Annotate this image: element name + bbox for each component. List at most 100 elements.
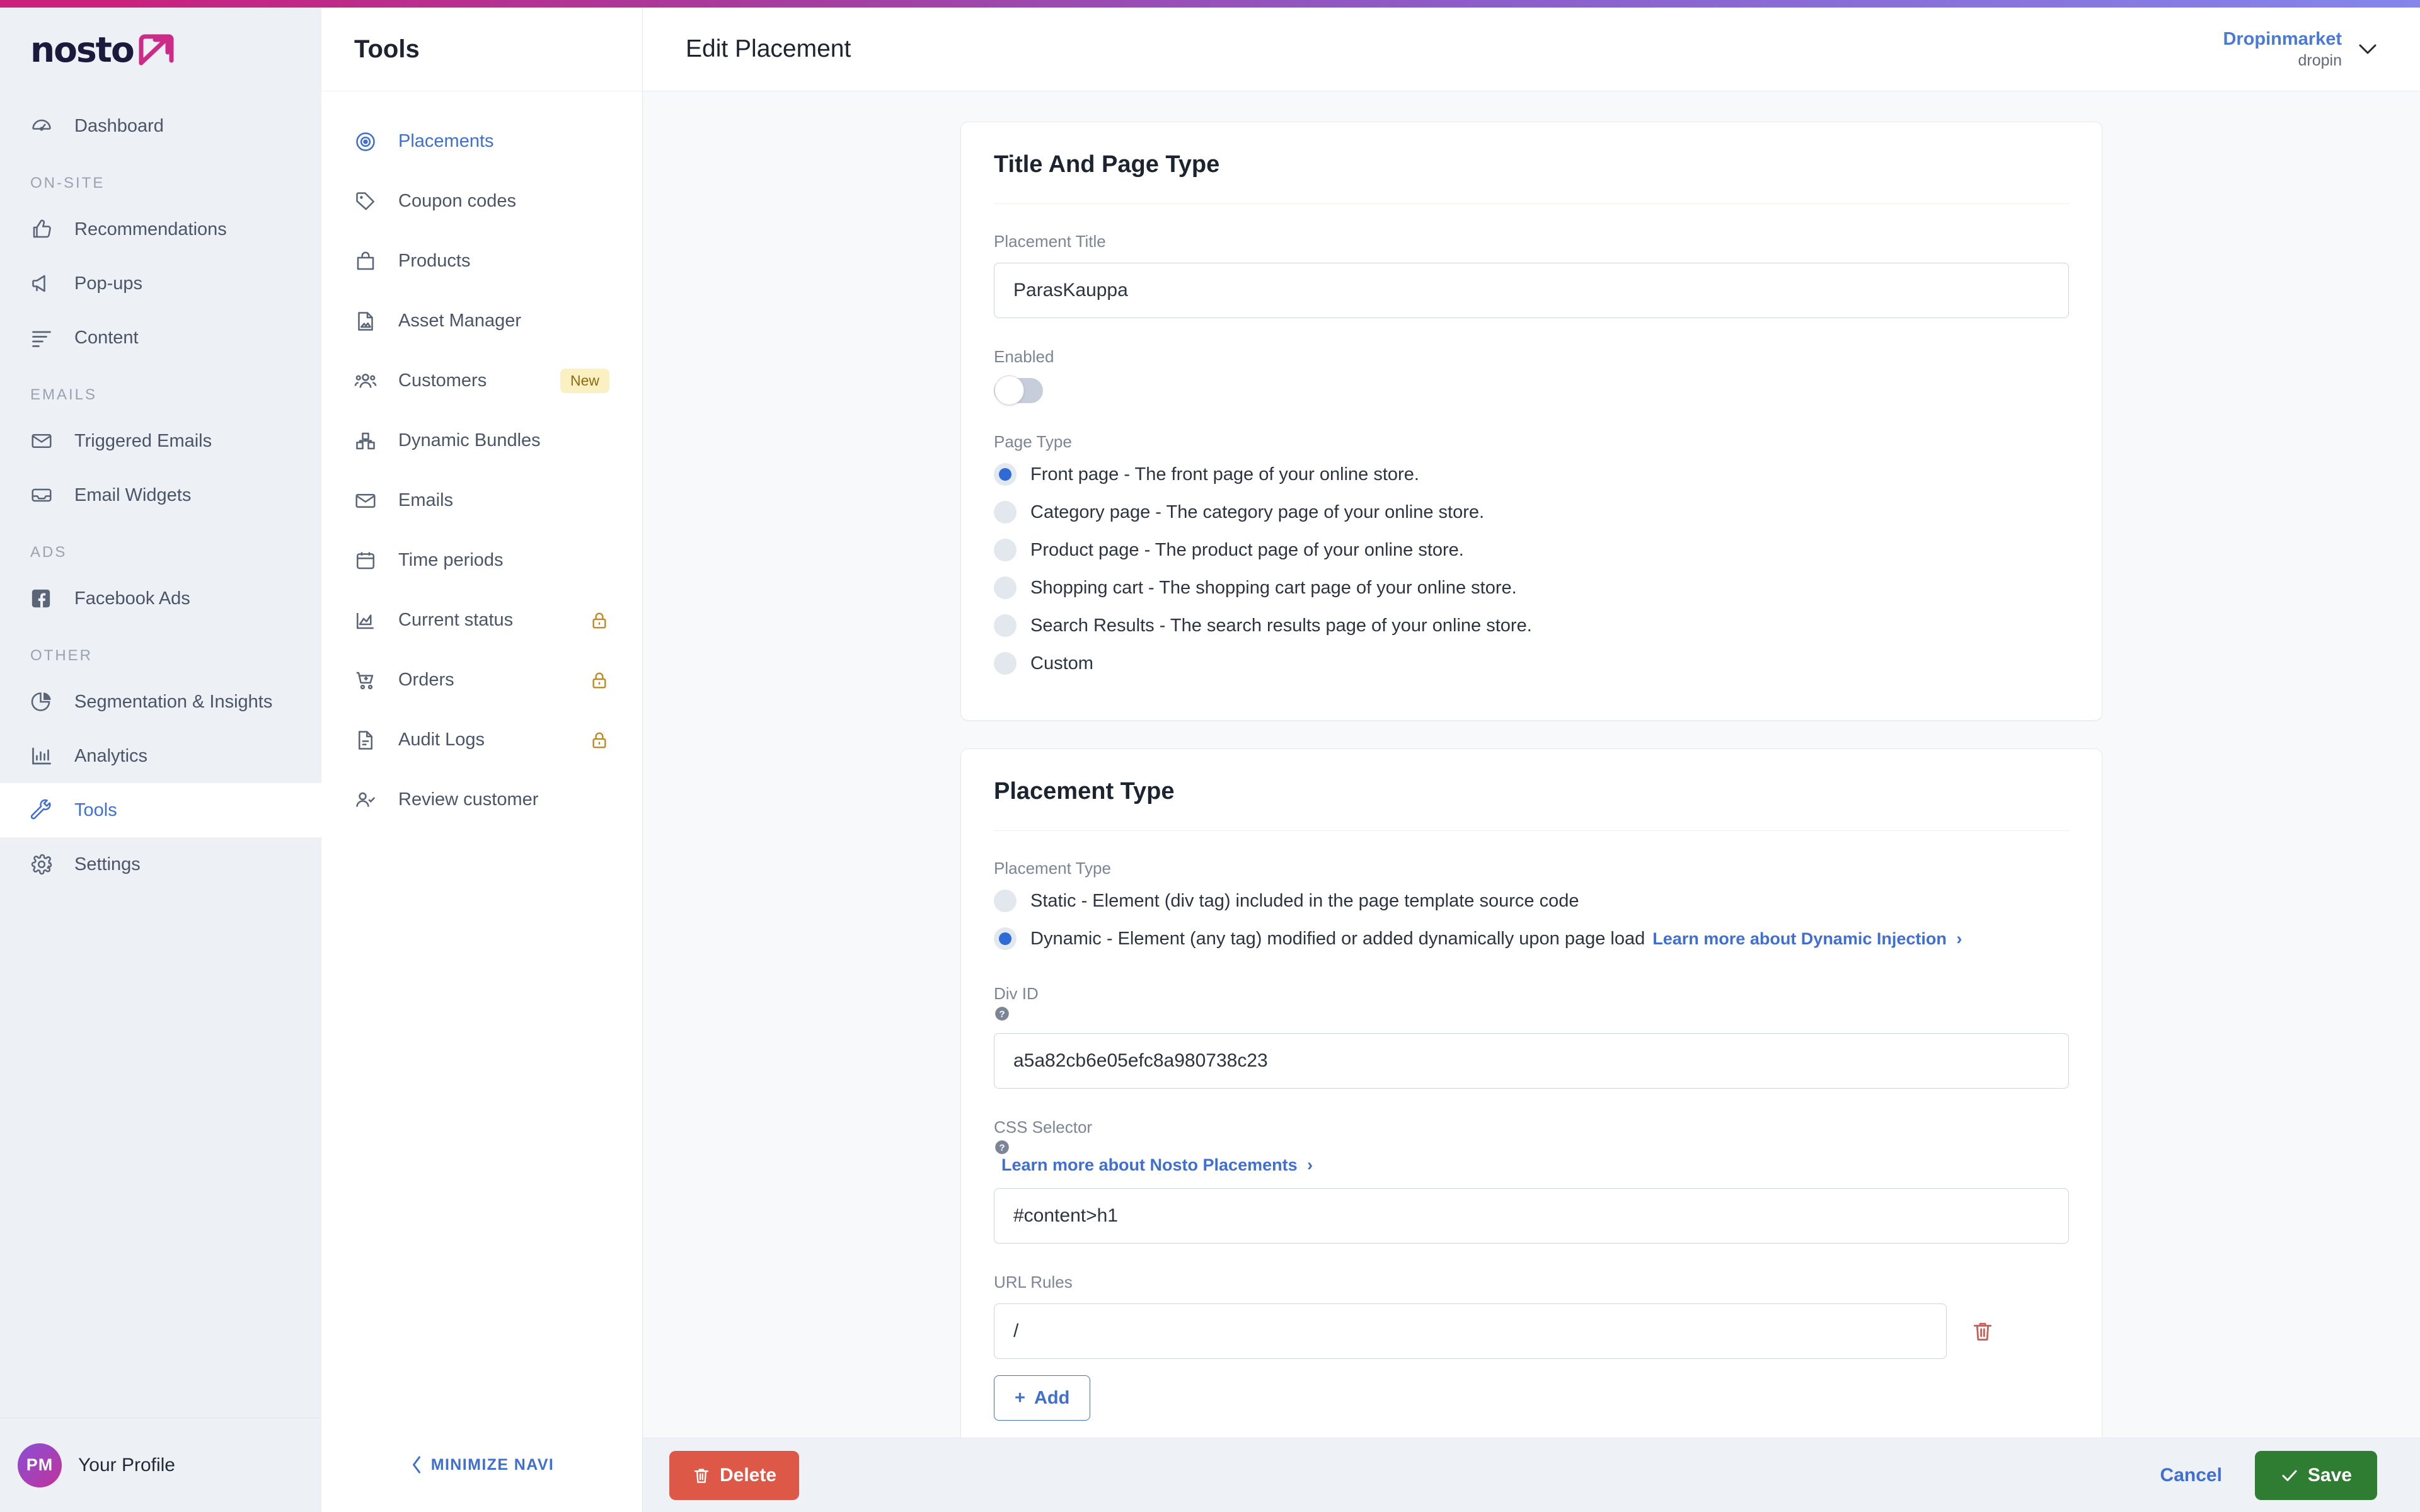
sidebar-item-content[interactable]: Content [0, 311, 321, 365]
link-text: Learn more about Nosto Placements [1001, 1155, 1298, 1174]
radio-label: Product page - The product page of your … [1030, 539, 1464, 560]
subnav-item-customers[interactable]: Customers New [321, 351, 642, 411]
sidebar-item-settings[interactable]: Settings [0, 837, 321, 891]
placement-title-input[interactable]: ParasKauppa [994, 263, 2069, 318]
add-label: Add [1034, 1387, 1070, 1408]
nosto-logo[interactable]: nosto [0, 0, 321, 91]
sidebar-item-popups[interactable]: Pop-ups [0, 256, 321, 311]
minimize-navi-button[interactable]: MINIMIZE NAVI [410, 1455, 555, 1474]
div-id-input[interactable]: a5a82cb6e05efc8a980738c23 [994, 1033, 2069, 1089]
subnav-item-label: Placements [398, 131, 494, 151]
delete-button[interactable]: Delete [669, 1450, 800, 1500]
user-check-icon [354, 789, 387, 811]
radio-static[interactable]: Static - Element (div tag) included in t… [994, 890, 2069, 912]
url-rule-row: / [994, 1303, 2069, 1359]
nav-group-emails: EMAILS [30, 386, 98, 403]
radio-icon [994, 614, 1017, 637]
learn-more-dynamic-injection-link[interactable]: Learn more about Dynamic Injection › [1652, 929, 1962, 949]
bag-icon [354, 250, 387, 273]
subnav-item-label: Current status [398, 610, 514, 630]
calendar-icon [354, 549, 387, 572]
url-rule-input[interactable]: / [994, 1303, 1947, 1359]
sidebar-item-tools[interactable]: Tools [0, 783, 321, 837]
cancel-button[interactable]: Cancel [2141, 1451, 2241, 1500]
sidebar-item-label: Tools [74, 799, 117, 820]
subnav-item-placements[interactable]: Placements [321, 112, 642, 171]
sidebar-item-label: Facebook Ads [74, 588, 190, 609]
radio-category-page[interactable]: Category page - The category page of you… [994, 501, 2069, 524]
help-circle-icon[interactable]: ? [994, 1005, 2069, 1022]
wrench-icon [30, 799, 62, 822]
card-title: Placement Type [994, 749, 2069, 831]
profile-row[interactable]: PM Your Profile [0, 1418, 321, 1512]
sidebar-item-analytics[interactable]: Analytics [0, 729, 321, 783]
page-type-label: Page Type [994, 432, 1072, 451]
bar-chart-icon [30, 745, 62, 767]
subnav-item-review-customer[interactable]: Review customer [321, 770, 642, 830]
radio-icon [994, 652, 1017, 675]
tools-subnav: Tools Placements Coupon codes Products A… [321, 0, 643, 1512]
main-area: Edit Placement Dropinmarket dropin Title… [643, 0, 2420, 1512]
sidebar-item-recommendations[interactable]: Recommendations [0, 202, 321, 256]
subnav-header: Tools [321, 0, 642, 91]
radio-label: Custom [1030, 653, 1093, 673]
radio-dynamic[interactable]: Dynamic - Element (any tag) modified or … [994, 927, 2069, 950]
learn-more-nosto-placements-link[interactable]: Learn more about Nosto Placements › [1001, 1155, 1313, 1174]
sidebar-item-label: Dashboard [74, 115, 164, 136]
form-scroll-area[interactable]: Title And Page Type Placement Title Para… [643, 91, 2420, 1438]
css-selector-input[interactable]: #content>h1 [994, 1188, 2069, 1244]
card-title: Title And Page Type [994, 122, 2069, 204]
profile-name: Your Profile [78, 1454, 175, 1475]
subnav-item-label: Customers [398, 370, 487, 391]
radio-product-page[interactable]: Product page - The product page of your … [994, 539, 2069, 561]
lock-icon [589, 610, 609, 631]
radio-icon [994, 539, 1017, 561]
status-badge: New [560, 369, 609, 393]
card-title-and-page-type: Title And Page Type Placement Title Para… [960, 122, 2102, 721]
radio-icon [994, 927, 1017, 950]
account-switcher[interactable]: Dropinmarket dropin [2223, 28, 2377, 71]
people-icon [354, 370, 387, 392]
primary-sidebar: nosto Dashboard ON-SITE Recommendations … [0, 0, 321, 1512]
sidebar-item-label: Analytics [74, 745, 148, 766]
subnav-item-products[interactable]: Products [321, 231, 642, 291]
pie-chart-icon [30, 690, 62, 713]
save-label: Save [2307, 1464, 2352, 1486]
subnav-item-dynamic-bundles[interactable]: Dynamic Bundles [321, 411, 642, 471]
action-bar: Delete Cancel Save [643, 1438, 2420, 1512]
subnav-item-label: Time periods [398, 550, 504, 570]
radio-shopping-cart[interactable]: Shopping cart - The shopping cart page o… [994, 576, 2069, 599]
delete-url-rule-icon[interactable] [1966, 1314, 2000, 1348]
save-button[interactable]: Save [2254, 1450, 2377, 1500]
sidebar-item-dashboard[interactable]: Dashboard [0, 99, 321, 153]
nav-group-on-site: ON-SITE [30, 175, 105, 192]
enabled-label: Enabled [994, 347, 1054, 366]
subnav-item-coupon-codes[interactable]: Coupon codes [321, 171, 642, 231]
sidebar-item-email-widgets[interactable]: Email Widgets [0, 468, 321, 522]
div-id-label: Div ID ? [994, 984, 2069, 1022]
target-icon [354, 130, 387, 153]
svg-text:?: ? [999, 1142, 1005, 1153]
subnav-item-label: Dynamic Bundles [398, 430, 541, 450]
subnav-item-time-periods[interactable]: Time periods [321, 530, 642, 590]
gauge-icon [30, 115, 62, 137]
radio-custom[interactable]: Custom [994, 652, 2069, 675]
radio-search-results[interactable]: Search Results - The search results page… [994, 614, 2069, 637]
add-url-rule-button[interactable]: + Add [994, 1375, 1091, 1421]
sidebar-item-triggered-emails[interactable]: Triggered Emails [0, 414, 321, 468]
subnav-item-audit-logs[interactable]: Audit Logs [321, 710, 642, 770]
facebook-icon [30, 588, 62, 609]
minimize-navi-label: MINIMIZE NAVI [430, 1455, 555, 1474]
envelope-icon [30, 430, 62, 452]
radio-front-page[interactable]: Front page - The front page of your onli… [994, 463, 2069, 486]
enabled-toggle[interactable] [994, 375, 1043, 405]
subnav-item-emails[interactable]: Emails [321, 471, 642, 530]
subnav-item-orders[interactable]: Orders [321, 650, 642, 710]
subnav-item-current-status[interactable]: Current status [321, 590, 642, 650]
lock-icon [589, 730, 609, 750]
radio-label: Dynamic - Element (any tag) modified or … [1030, 928, 1645, 949]
subnav-item-asset-manager[interactable]: Asset Manager [321, 291, 642, 351]
sidebar-item-facebook-ads[interactable]: Facebook Ads [0, 571, 321, 626]
help-circle-icon[interactable]: ? [994, 1139, 2069, 1155]
sidebar-item-segmentation-insights[interactable]: Segmentation & Insights [0, 675, 321, 729]
